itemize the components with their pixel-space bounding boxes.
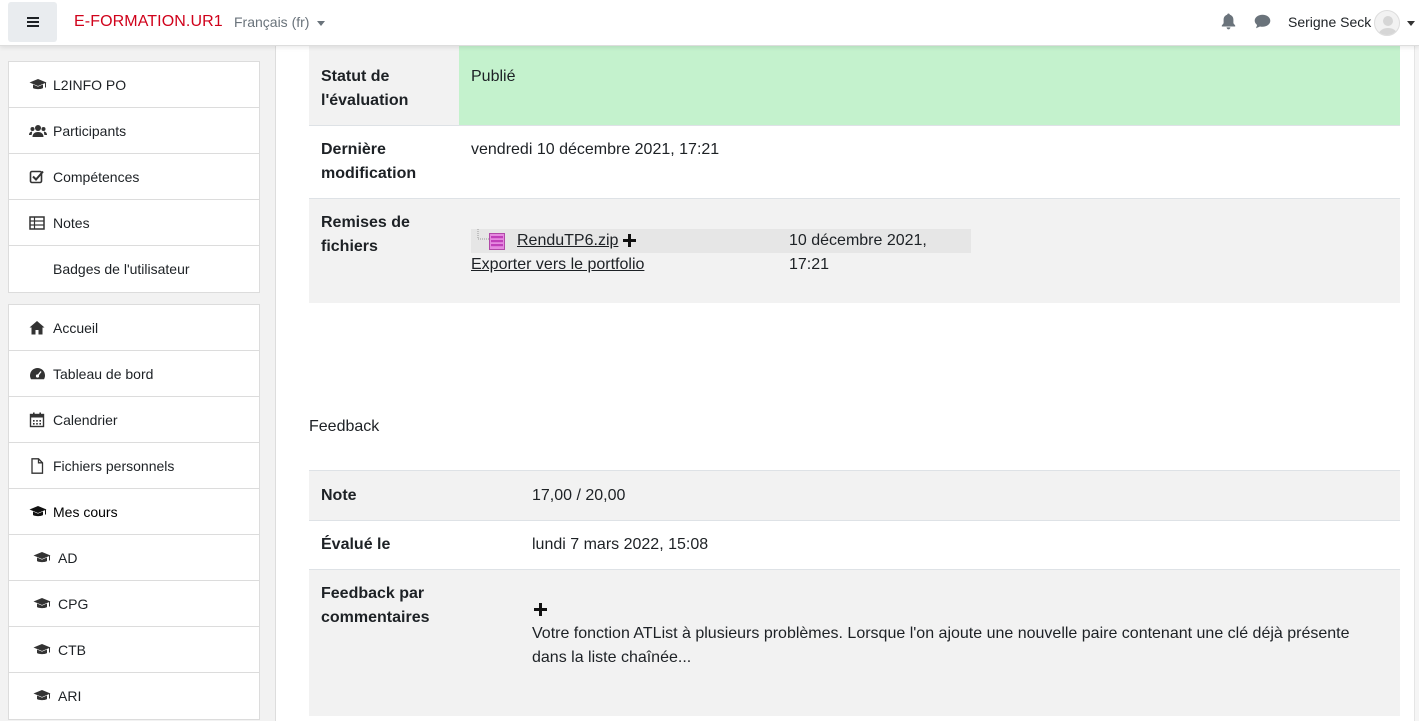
calendar-icon [29, 412, 45, 428]
nav-item-label: CTB [58, 642, 86, 658]
status-value: Publié [471, 68, 516, 85]
bell-icon[interactable] [1221, 13, 1236, 30]
nav-item-label: Mes cours [53, 504, 118, 520]
avatar[interactable] [1374, 10, 1400, 36]
nav-item-label: Accueil [53, 320, 99, 336]
nav-item-private-files[interactable]: Fichiers personnels [9, 443, 259, 489]
graduation-cap-icon [33, 552, 51, 563]
users-icon [29, 125, 47, 137]
chevron-down-icon[interactable] [1407, 21, 1415, 26]
table-row: Dernière modification vendredi 10 décemb… [309, 126, 1400, 198]
main-region: Statut de l'évaluation Publié Dernière m… [293, 46, 1419, 721]
nav-item-course-ari[interactable]: ARI [9, 673, 259, 719]
graduation-cap-icon [33, 598, 51, 609]
nav-item-home[interactable]: Accueil [9, 305, 259, 351]
nav-item-user-badges[interactable]: Badges de l'utilisateur [9, 246, 259, 292]
file-tree-row: RenduTP6.zip 10 décembre 2021, 17:21 [471, 229, 971, 273]
nav-item-course-ctb[interactable]: CTB [9, 627, 259, 673]
home-icon [29, 321, 45, 335]
scrollbar[interactable] [1414, 46, 1419, 721]
table-row: Statut de l'évaluation Publié [309, 46, 1400, 125]
nav-item-course-ad[interactable]: AD [9, 535, 259, 581]
file-icon [31, 458, 44, 474]
plus-icon[interactable] [534, 603, 547, 616]
nav-drawer: L2INFO PO Participants Compétences Notes… [0, 46, 276, 721]
table-row: Évalué le lundi 7 mars 2022, 15:08 [309, 521, 1400, 569]
nav-item-label: Badges de l'utilisateur [53, 261, 190, 277]
nav-item-competences[interactable]: Compétences [9, 154, 259, 200]
graduation-cap-icon [33, 644, 51, 655]
file-submissions-label: Remises de fichiers [321, 214, 410, 255]
language-menu[interactable]: Français (fr) [234, 14, 326, 30]
nav-item-dashboard[interactable]: Tableau de bord [9, 351, 259, 397]
checkbox-icon [29, 170, 44, 184]
feedback-heading: Feedback [309, 418, 380, 435]
nav-item-label: Compétences [53, 169, 140, 185]
grade-value: 17,00 / 20,00 [532, 487, 626, 504]
nav-item-label: AD [58, 550, 78, 566]
course-nav-group: L2INFO PO Participants Compétences Notes… [8, 61, 260, 293]
comments-value: Votre fonction ATList à plusieurs problè… [532, 625, 1350, 666]
modified-label: Dernière modification [321, 141, 417, 182]
graduation-cap-icon [33, 690, 51, 701]
nav-item-label: Tableau de bord [53, 366, 154, 382]
hamburger-icon [26, 17, 39, 27]
table-row: Remises de fichiers RenduTP6.zip 10 déce… [309, 199, 1400, 303]
dashboard-icon [30, 368, 45, 380]
plus-icon[interactable] [623, 234, 636, 247]
nav-item-course-home[interactable]: L2INFO PO [9, 62, 259, 108]
nav-item-course-cpg[interactable]: CPG [9, 581, 259, 627]
graduation-cap-icon [29, 506, 47, 517]
top-navbar: E-FORMATION.UR1 Français (fr) Serigne Se… [0, 0, 1419, 46]
graded-on-label: Évalué le [321, 536, 391, 553]
nav-item-label: CPG [58, 596, 89, 612]
nav-item-label: Calendrier [53, 412, 118, 428]
archive-file-icon [489, 233, 505, 250]
status-badge: Publié [459, 46, 1400, 125]
nav-item-label: ARI [58, 688, 82, 704]
grade-label: Note [321, 487, 357, 504]
chat-bubble-icon[interactable] [1254, 14, 1271, 29]
user-menu-name[interactable]: Serigne Seck [1288, 14, 1371, 30]
nav-item-label: L2INFO PO [53, 77, 127, 93]
nav-item-calendar[interactable]: Calendrier [9, 397, 259, 443]
chevron-down-icon [317, 20, 326, 26]
site-nav-group: Accueil Tableau de bord Calendrier Fichi… [8, 304, 260, 720]
export-portfolio-link[interactable]: Exporter vers le portfolio [471, 253, 644, 277]
table-icon [29, 216, 45, 230]
nav-item-my-courses[interactable]: Mes cours [9, 489, 259, 535]
nav-item-label: Participants [53, 123, 127, 139]
nav-item-grades[interactable]: Notes [9, 200, 259, 246]
file-date: 10 décembre 2021, 17:21 [789, 232, 927, 273]
nav-item-label: Fichiers personnels [53, 458, 175, 474]
language-label: Français (fr) [234, 14, 310, 30]
nav-item-participants[interactable]: Participants [9, 108, 259, 154]
site-brand-link[interactable]: E-FORMATION.UR1 [74, 13, 223, 31]
table-row: Feedback par commentaires Votre fonction… [309, 570, 1400, 716]
nav-item-label: Notes [53, 215, 90, 231]
modified-value: vendredi 10 décembre 2021, 17:21 [471, 141, 720, 158]
graduation-cap-icon [29, 79, 47, 90]
table-row: Note 17,00 / 20,00 [309, 471, 1400, 520]
submitted-file-link[interactable]: RenduTP6.zip [517, 229, 618, 253]
comments-label: Feedback par commentaires [321, 585, 430, 626]
menu-toggle-button[interactable] [8, 2, 57, 42]
graded-on-value: lundi 7 mars 2022, 15:08 [532, 536, 709, 553]
user-avatar-icon [1378, 16, 1398, 35]
status-label: Statut de l'évaluation [321, 68, 409, 109]
